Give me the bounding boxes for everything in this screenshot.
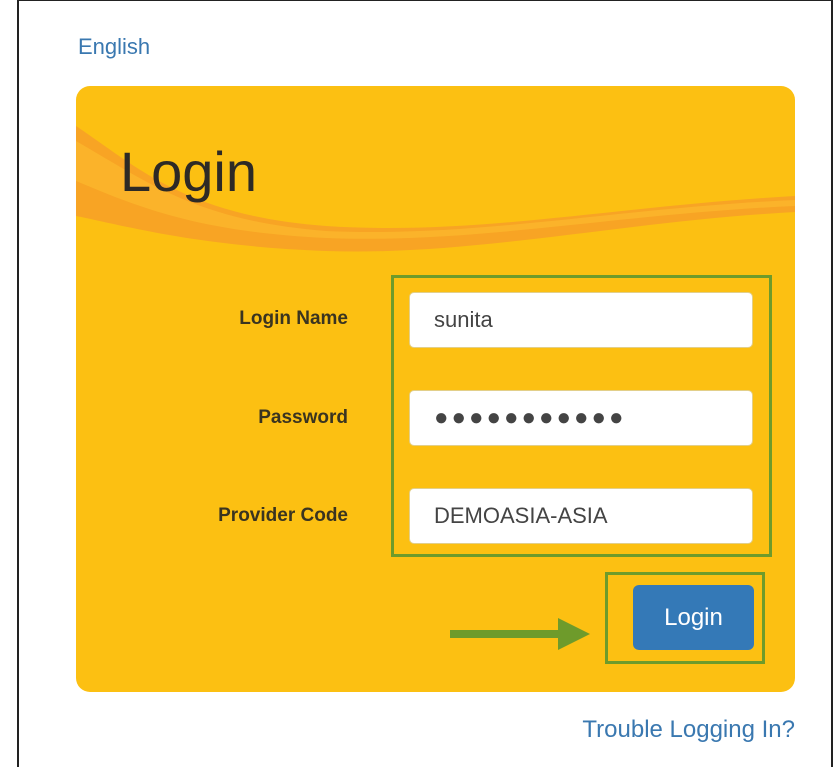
password-label: Password — [258, 407, 348, 428]
login-name-label: Login Name — [239, 308, 348, 329]
login-button[interactable]: Login — [633, 585, 754, 650]
page-title: Login — [120, 140, 258, 203]
provider-code-input[interactable] — [409, 488, 753, 544]
language-link[interactable]: English — [78, 34, 150, 60]
trouble-logging-in-link[interactable]: Trouble Logging In? — [582, 716, 795, 744]
login-name-input[interactable] — [409, 292, 753, 348]
provider-code-label: Provider Code — [218, 505, 348, 526]
password-input[interactable] — [409, 390, 753, 446]
login-card: Login Login Name Password Provider Code … — [76, 86, 795, 692]
arrow-right-icon — [450, 618, 590, 650]
